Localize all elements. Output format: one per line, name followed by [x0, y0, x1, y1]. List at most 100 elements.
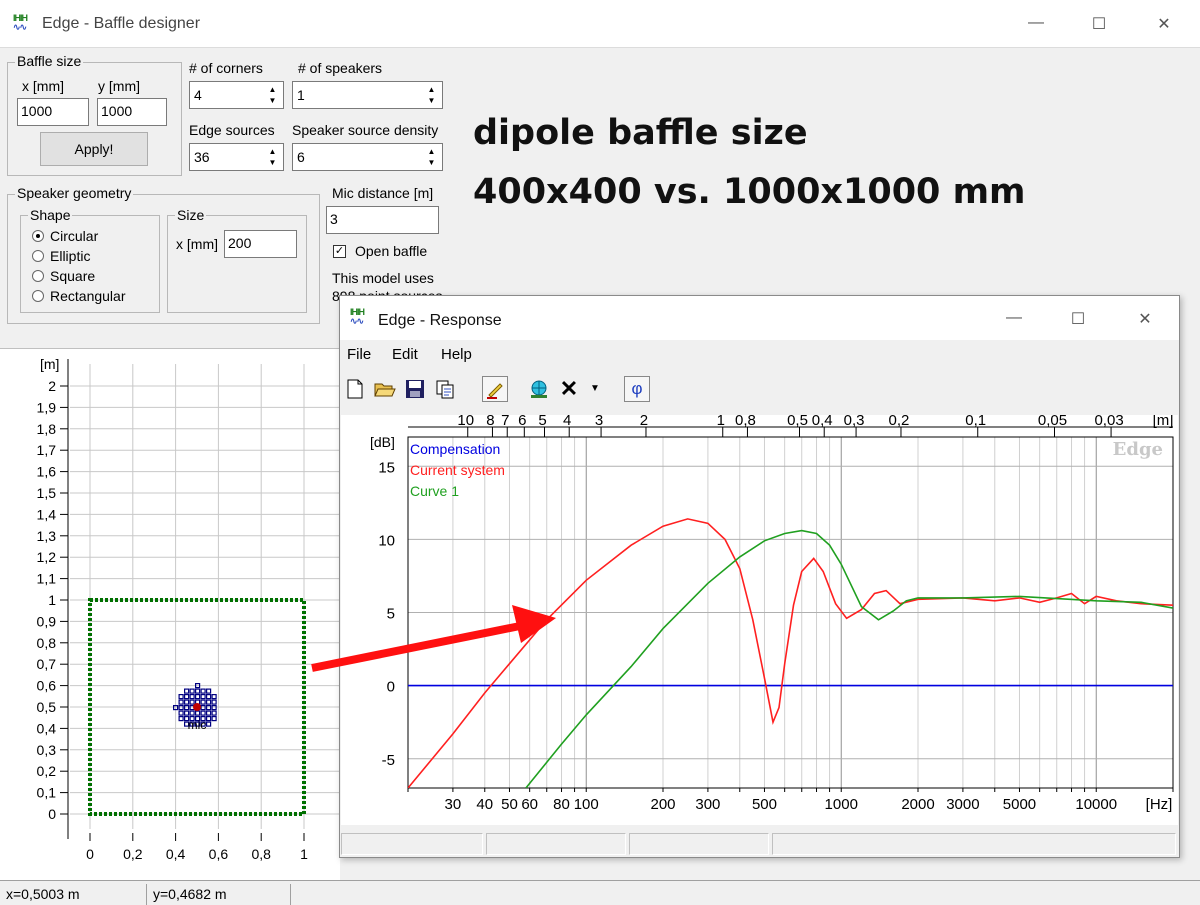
mic-marker-icon	[193, 703, 201, 711]
shape-elliptic-radio[interactable]: Elliptic	[32, 248, 90, 264]
chart-x-tick-label: 50	[501, 796, 518, 813]
baffle-y-tick-label: 0	[48, 806, 56, 822]
chart-y-tick-label: 5	[387, 606, 395, 623]
source-density-label: Speaker source density	[292, 122, 439, 138]
response-status-bar	[341, 829, 1178, 857]
speakers-stepper[interactable]: 1 ▲ ▼	[292, 81, 443, 109]
chart-y-tick-label: -5	[382, 752, 395, 769]
chart-top-axis-unit: [m]	[1153, 415, 1174, 429]
speaker-source-point	[184, 705, 190, 711]
mic-distance-input[interactable]: 3	[326, 206, 439, 234]
response-chart-area[interactable]: -5 0 5 10 15 30 40 50 60 80 100 200 300 500 1000 2000 30…	[341, 412, 1178, 825]
speaker-source-point	[178, 705, 184, 711]
speaker-source-point	[195, 710, 201, 716]
speaker-source-point	[184, 694, 190, 700]
size-x-label: x [mm]	[176, 236, 218, 252]
new-icon[interactable]	[342, 376, 368, 402]
chart-legend-2: Current system	[410, 462, 505, 478]
speaker-source-point	[206, 699, 212, 705]
baffle-x-label: x [mm]	[22, 78, 64, 94]
spin-arrows-icon[interactable]: ▲ ▼	[264, 84, 281, 106]
speaker-source-point	[211, 699, 217, 705]
baffle-y-tick-label: 0,5	[37, 699, 57, 715]
speaker-source-point	[200, 694, 206, 700]
response-close-button[interactable]: ✕	[1133, 309, 1157, 329]
baffle-x-tick-label: 0,4	[166, 846, 186, 862]
speaker-source-point	[195, 688, 201, 694]
baffle-layout-plot[interactable]: 0 0,1 0,2 0,3 0,4 0,5 0,6 0,7 0,8 0,9 1 1,1 1,2 1,3 1,…	[0, 349, 340, 881]
response-status-panel	[341, 833, 483, 855]
model-note-line-1: This model uses	[332, 270, 434, 286]
baffle-y-tick-label: 0,3	[37, 742, 57, 758]
baffle-x-input[interactable]: 1000	[17, 98, 89, 126]
speakers-value: 1	[297, 87, 305, 103]
speaker-source-point	[206, 705, 212, 711]
radio-dot-icon	[32, 270, 44, 282]
spin-arrows-icon[interactable]: ▲ ▼	[423, 84, 440, 106]
network-icon[interactable]	[526, 376, 552, 402]
chart-x-tick-label: 60	[521, 796, 538, 813]
shape-rectangular-radio[interactable]: Rectangular	[32, 288, 126, 304]
status-x-coordinate: x=0,5003 m	[6, 886, 80, 902]
shape-circular-radio[interactable]: Circular	[32, 228, 98, 244]
menu-file[interactable]: File	[347, 346, 371, 363]
menu-edit[interactable]: Edit	[392, 346, 418, 363]
phase-icon[interactable]: φ	[624, 376, 650, 402]
baffle-y-tick-label: 1,6	[37, 464, 57, 480]
minimize-button[interactable]: —	[1024, 14, 1048, 32]
speaker-source-point	[195, 694, 201, 700]
response-status-panel	[772, 833, 1176, 855]
baffle-x-tick-label: 0,8	[251, 846, 271, 862]
baffle-y-tick-label: 1,4	[37, 506, 57, 522]
window-title: Edge - Baffle designer	[42, 15, 201, 32]
baffle-plot-pane[interactable]: 0 0,1 0,2 0,3 0,4 0,5 0,6 0,7 0,8 0,9 1 1,1 1,2 1,3 1,…	[0, 348, 340, 880]
speaker-source-point	[178, 694, 184, 700]
baffle-y-tick-label: 1,2	[37, 549, 57, 565]
spin-arrows-icon[interactable]: ▲ ▼	[423, 146, 440, 168]
maximize-button[interactable]: ☐	[1087, 14, 1111, 34]
response-window[interactable]: IHIH ∿∿ Edge - Response — ☐ ✕ File Edit H…	[339, 295, 1180, 858]
app-logo-icon: IHIH ∿∿	[13, 13, 28, 32]
menu-help[interactable]: Help	[441, 346, 472, 363]
baffle-y-tick-label: 0,2	[37, 763, 57, 779]
open-baffle-checkbox[interactable]: ✓	[333, 245, 346, 258]
radio-dot-icon	[32, 230, 44, 242]
open-folder-icon[interactable]	[372, 376, 398, 402]
pencil-icon[interactable]	[482, 376, 508, 402]
response-minimize-button[interactable]: —	[1002, 309, 1026, 327]
baffle-y-tick-label: 0,8	[37, 635, 57, 651]
source-density-value: 6	[297, 149, 305, 165]
save-icon[interactable]	[402, 376, 428, 402]
source-density-stepper[interactable]: 6 ▲ ▼	[292, 143, 443, 171]
baffle-y-tick-label: 1	[48, 592, 56, 608]
open-baffle-label: Open baffle	[355, 243, 428, 259]
response-maximize-button[interactable]: ☐	[1066, 309, 1090, 329]
spin-arrows-icon[interactable]: ▲ ▼	[264, 146, 281, 168]
corners-stepper[interactable]: 4 ▲ ▼	[189, 81, 284, 109]
baffle-y-tick-label: 1,8	[37, 421, 57, 437]
close-button[interactable]: ✕	[1152, 14, 1176, 34]
mic-label: mic	[188, 718, 207, 732]
chart-x-tick-label: 5000	[1003, 796, 1036, 813]
size-x-input[interactable]: 200	[224, 230, 297, 258]
speaker-source-point	[206, 688, 212, 694]
frequency-response-chart[interactable]: -5 0 5 10 15 30 40 50 60 80 100 200 300 500 1000 2000 30…	[341, 412, 1178, 825]
speaker-geometry-label: Speaker geometry	[15, 185, 134, 201]
chart-x-tick-label: 2000	[901, 796, 934, 813]
shape-square-radio[interactable]: Square	[32, 268, 95, 284]
chart-x-tick-label: 500	[752, 796, 777, 813]
baffle-size-label: Baffle size	[15, 53, 84, 69]
delete-icon[interactable]: ✕	[556, 376, 582, 402]
baffle-y-input[interactable]: 1000	[97, 98, 167, 126]
baffle-unit-label: [m]	[40, 356, 59, 372]
edge-sources-stepper[interactable]: 36 ▲ ▼	[189, 143, 284, 171]
apply-button[interactable]: Apply!	[40, 132, 148, 166]
dropdown-arrow-icon[interactable]: ▼	[586, 376, 604, 402]
speaker-source-point	[211, 710, 217, 716]
speaker-source-point	[211, 716, 217, 722]
status-bar: x=0,5003 m y=0,4682 m	[0, 880, 1200, 905]
speaker-source-point	[200, 688, 206, 694]
speaker-source-point	[189, 699, 195, 705]
copy-icon[interactable]	[432, 376, 458, 402]
baffle-y-label: y [mm]	[98, 78, 140, 94]
